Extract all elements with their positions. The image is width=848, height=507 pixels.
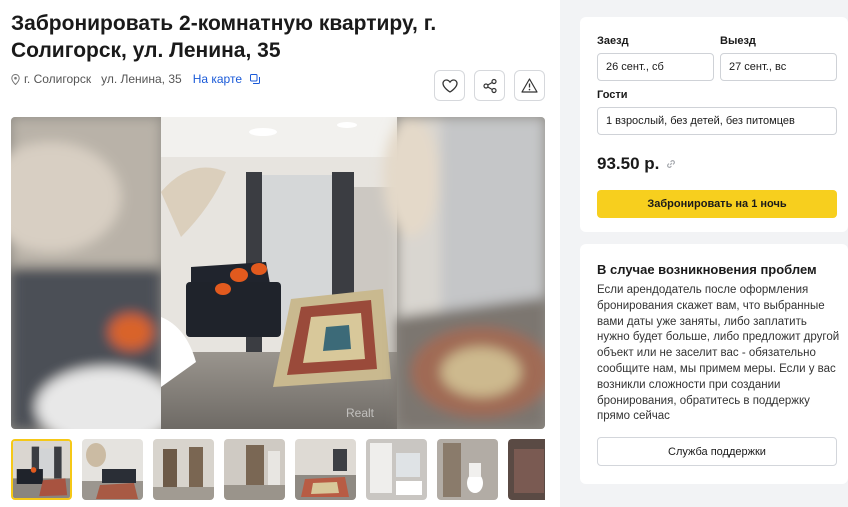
- thumbnail-7[interactable]: [437, 439, 498, 500]
- thumbnail-image: [366, 439, 427, 500]
- price-row: 93.50 р.: [597, 154, 676, 174]
- checkout-field[interactable]: 27 сент., вс: [720, 53, 837, 81]
- link-icon[interactable]: [666, 159, 676, 169]
- heart-icon: [441, 78, 458, 93]
- help-text: Если арендодатель после оформления брони…: [597, 284, 840, 423]
- guests-field[interactable]: 1 взрослый, без детей, без питомцев: [597, 107, 837, 135]
- thumbnail-1[interactable]: [11, 439, 72, 500]
- thumbnail-image: [13, 441, 70, 498]
- checkin-label: Заезд: [597, 35, 629, 47]
- thumbnail-image: [437, 439, 498, 500]
- help-title: В случае возникновения проблем: [597, 262, 817, 277]
- map-copy-icon[interactable]: [250, 74, 260, 84]
- thumbnail-6[interactable]: [366, 439, 427, 500]
- share-icon: [482, 78, 497, 93]
- book-button[interactable]: Забронировать на 1 ночь: [597, 190, 837, 218]
- thumbnail-image: [224, 439, 285, 500]
- warning-triangle-icon: [521, 78, 538, 93]
- location-pin-icon: [11, 73, 20, 85]
- checkin-field[interactable]: 26 сент., сб: [597, 53, 714, 81]
- listing-main: Забронировать 2-комнатную квартиру, г. С…: [0, 0, 560, 507]
- thumbnail-5[interactable]: [295, 439, 356, 500]
- report-button[interactable]: [514, 70, 545, 101]
- thumbnail-3[interactable]: [153, 439, 214, 500]
- page-title: Забронировать 2-комнатную квартиру, г. С…: [11, 12, 437, 62]
- help-card: В случае возникновения проблем Если арен…: [580, 244, 848, 484]
- address-line: г. Солигорск ул. Ленина, 35 На карте: [11, 72, 260, 86]
- thumbnail-image: [295, 439, 356, 500]
- checkout-label: Выезд: [720, 35, 756, 47]
- guests-label: Гости: [597, 89, 628, 101]
- booking-card: Заезд Выезд 26 сент., сб 27 сент., вс Го…: [580, 17, 848, 232]
- map-link[interactable]: На карте: [193, 72, 242, 86]
- support-button[interactable]: Служба поддержки: [597, 437, 837, 466]
- thumbnail-strip: [11, 439, 545, 502]
- address-city: г. Солигорск: [24, 72, 92, 86]
- thumbnail-8[interactable]: [508, 439, 545, 500]
- share-button[interactable]: [474, 70, 505, 101]
- thumbnail-4[interactable]: [224, 439, 285, 500]
- thumbnail-image: [153, 439, 214, 500]
- photo-gallery[interactable]: Realt: [11, 117, 545, 429]
- thumbnail-image: [508, 439, 545, 500]
- favorite-button[interactable]: [434, 70, 465, 101]
- price-value: 93.50 р.: [597, 154, 660, 173]
- thumbnail-image: [82, 439, 143, 500]
- thumbnail-2[interactable]: [82, 439, 143, 500]
- address-street: ул. Ленина, 35: [101, 72, 182, 86]
- main-photo: Realt: [11, 117, 545, 429]
- photo-watermark: Realt: [346, 406, 375, 420]
